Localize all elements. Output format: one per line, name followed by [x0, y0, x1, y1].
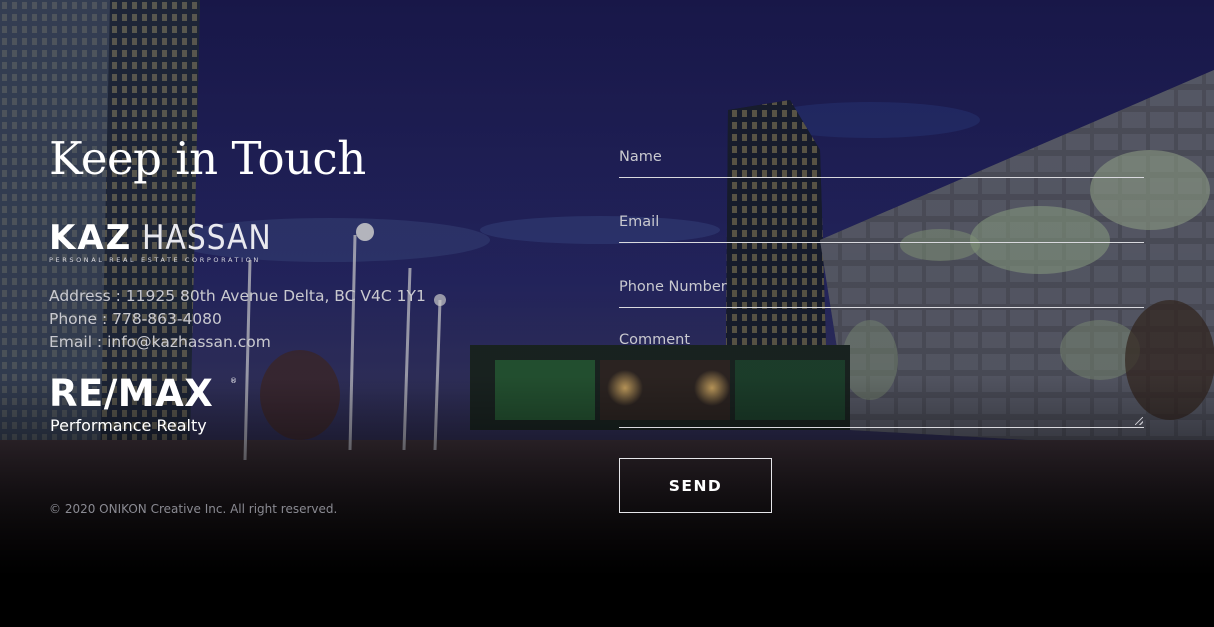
kaz-hassan-logo: KAZ HASSAN PERSONAL REAL ESTATE CORPORAT…	[49, 221, 279, 267]
phone-input[interactable]	[619, 276, 1144, 298]
logo-tagline: PERSONAL REAL ESTATE CORPORATION	[49, 256, 261, 264]
send-button[interactable]: SEND	[619, 458, 772, 513]
email-label: Email :	[49, 333, 108, 351]
logo-first-name: KAZ	[49, 218, 133, 258]
contact-form: SEND	[619, 0, 1144, 627]
phone-label: Phone :	[49, 310, 113, 328]
remax-subtitle: Performance Realty	[50, 416, 207, 435]
copyright-text: © 2020 ONIKON Creative Inc. All right re…	[49, 502, 338, 516]
registered-mark: ®	[230, 377, 237, 385]
comment-field	[619, 329, 1144, 428]
contact-phone: Phone : 778-863-4080	[49, 308, 426, 331]
contact-info: Address : 11925 80th Avenue Delta, BC V4…	[49, 285, 426, 354]
contact-address: Address : 11925 80th Avenue Delta, BC V4…	[49, 287, 426, 305]
section-heading: Keep in Touch	[49, 132, 366, 185]
contact-email: Email : info@kazhassan.com	[49, 331, 426, 354]
name-input[interactable]	[619, 146, 1144, 168]
contact-section: Keep in Touch KAZ HASSAN PERSONAL REAL E…	[0, 0, 1214, 627]
phone-link[interactable]: 778-863-4080	[112, 310, 222, 328]
logo-last-name: HASSAN	[142, 218, 272, 258]
name-field	[619, 146, 1144, 178]
email-input[interactable]	[619, 211, 1144, 233]
comment-textarea[interactable]	[619, 329, 1144, 425]
email-link[interactable]: info@kazhassan.com	[107, 333, 271, 351]
phone-field	[619, 276, 1144, 308]
remax-logo: RE/MAX ® Performance Realty	[49, 374, 249, 438]
remax-wordmark: RE/MAX	[49, 372, 214, 415]
resize-handle-icon[interactable]	[1135, 417, 1143, 425]
email-field	[619, 211, 1144, 243]
